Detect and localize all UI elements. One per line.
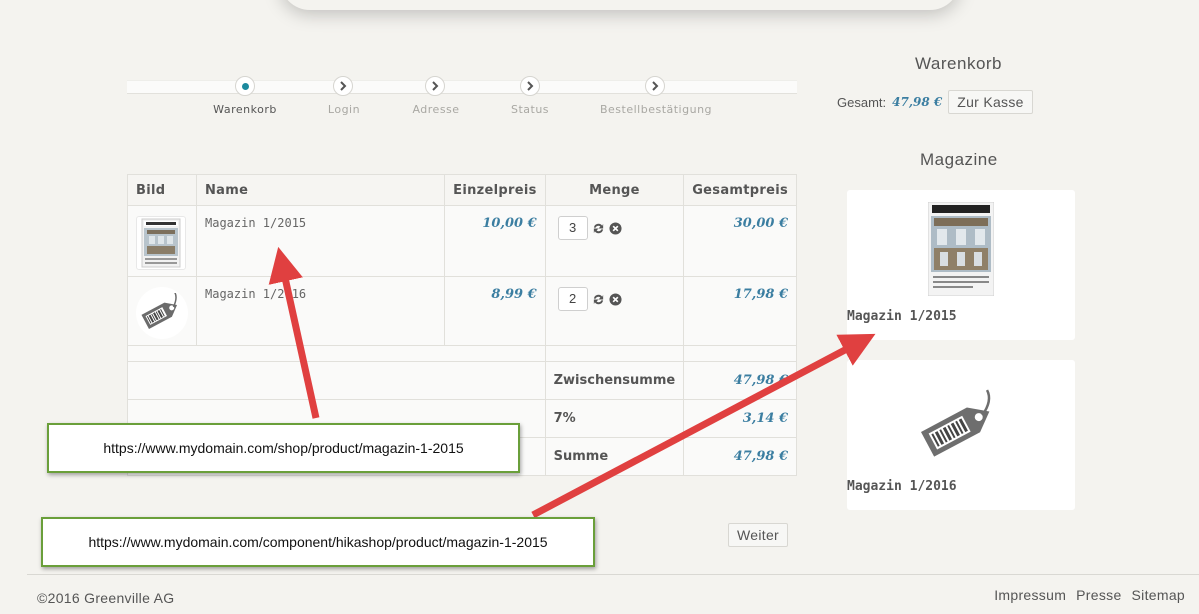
copyright: ©2016 Greenville AG [37, 590, 175, 606]
quantity-cell: 3 [544, 205, 685, 277]
product-card[interactable]: Magazin 1/2016 [847, 360, 1075, 510]
sum-label: Summe [544, 437, 685, 476]
product-image-cell [127, 276, 197, 346]
product-name[interactable]: Magazin 1/2015 [195, 205, 446, 277]
sum-value: 47,98 € [683, 437, 797, 476]
chevron-right-icon [527, 81, 534, 91]
refresh-icon[interactable] [592, 293, 605, 306]
remove-icon[interactable] [609, 292, 622, 306]
unit-price: 8,99 € [444, 276, 546, 346]
active-step-dot [241, 82, 249, 90]
tax-value: 3,14 € [683, 399, 797, 438]
column-header-total: Gesamtpreis [683, 174, 797, 206]
step-label-adresse[interactable]: Adresse [412, 103, 459, 116]
annotation-url-text: https://www.mydomain.com/component/hikas… [88, 534, 548, 550]
refresh-icon[interactable] [592, 222, 605, 235]
checkout-steps: Warenkorb Login Adresse Status Bestellbe… [127, 70, 797, 120]
magazines-module-title: Magazine [920, 150, 998, 169]
unit-price: 10,00 € [444, 205, 546, 277]
step-label-warenkorb: Warenkorb [213, 103, 277, 116]
step-warenkorb-marker [235, 76, 255, 96]
quantity-cell: 2 [544, 276, 685, 346]
magazine-cover-icon[interactable] [928, 202, 994, 296]
chevron-right-icon [652, 81, 659, 91]
footer-link-presse[interactable]: Presse [1076, 587, 1121, 603]
total-label: Gesamt: [837, 94, 887, 110]
magazine-cover-icon[interactable] [136, 216, 186, 270]
footer-divider [27, 574, 1199, 575]
remove-icon[interactable] [609, 221, 622, 235]
product-card-title[interactable]: Magazin 1/2016 [847, 479, 957, 494]
subtotal-value: 47,98 € [683, 361, 797, 400]
step-adresse-marker[interactable] [425, 76, 445, 96]
annotation-url-box: https://www.mydomain.com/shop/product/ma… [47, 423, 520, 473]
table-row: Magazin 1/2016 8,99 € 2 17,98 € [127, 276, 797, 346]
step-label-bestaetigung[interactable]: Bestellbestätigung [600, 103, 712, 116]
price-tag-icon[interactable] [136, 287, 188, 339]
product-name[interactable]: Magazin 1/2016 [195, 276, 446, 346]
line-total: 30,00 € [683, 205, 797, 277]
product-card[interactable]: Magazin 1/2015 [847, 190, 1075, 340]
steps-bar [127, 80, 797, 94]
table-header-row: Bild Name Einzelpreis Menge Gesamtpreis [127, 174, 797, 206]
column-header-quantity: Menge [544, 174, 685, 206]
header-shadow [280, 0, 960, 10]
table-row: Magazin 1/2015 10,00 € 3 30,00 € [127, 205, 797, 277]
line-total: 17,98 € [683, 276, 797, 346]
step-label-status[interactable]: Status [511, 103, 549, 116]
step-status-marker[interactable] [520, 76, 540, 96]
price-tag-icon[interactable] [917, 388, 1007, 458]
spacer-row [127, 345, 797, 362]
step-label-login[interactable]: Login [328, 103, 360, 116]
footer-link-impressum[interactable]: Impressum [994, 587, 1066, 603]
next-button[interactable]: Weiter [728, 523, 788, 547]
step-login-marker[interactable] [333, 76, 353, 96]
column-header-unit-price: Einzelpreis [444, 174, 546, 206]
annotation-url-box: https://www.mydomain.com/component/hikas… [41, 517, 595, 567]
column-header-name: Name [195, 174, 446, 206]
tax-label: 7% [544, 399, 685, 438]
product-card-title[interactable]: Magazin 1/2015 [847, 309, 957, 324]
footer-link-sitemap[interactable]: Sitemap [1132, 587, 1185, 603]
cart-total: Gesamt: 47,98 € Zur Kasse [837, 90, 1033, 114]
annotation-url-text: https://www.mydomain.com/shop/product/ma… [103, 440, 464, 456]
step-bestaetigung-marker[interactable] [645, 76, 665, 96]
quantity-input[interactable]: 2 [557, 287, 588, 311]
footer-links: Impressum Presse Sitemap [994, 587, 1185, 603]
subtotal-row: Zwischensumme 47,98 € [127, 361, 797, 400]
subtotal-label: Zwischensumme [544, 361, 685, 400]
product-image-cell [127, 205, 197, 277]
chevron-right-icon [432, 81, 439, 91]
quantity-input[interactable]: 3 [557, 216, 588, 240]
checkout-button[interactable]: Zur Kasse [948, 90, 1033, 114]
column-header-image: Bild [127, 174, 197, 206]
cart-module-title: Warenkorb [915, 54, 1003, 73]
total-value: 47,98 € [892, 95, 943, 109]
chevron-right-icon [340, 81, 347, 91]
